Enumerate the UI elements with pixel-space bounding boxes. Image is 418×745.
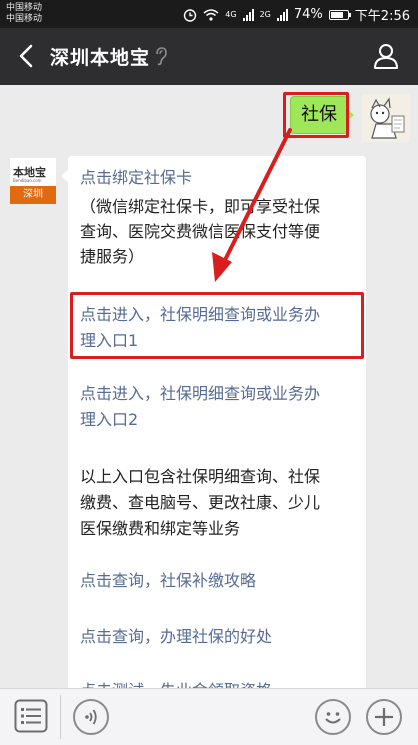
input-toolbar — [0, 688, 418, 745]
user-avatar[interactable] — [362, 94, 410, 142]
incoming-message-bubble: 点击绑定社保卡 （微信绑定社保卡，即可享受社保 查询、医院交费微信医保支付等便 … — [61, 156, 366, 700]
menu-list-icon[interactable] — [14, 699, 48, 733]
voice-icon — [85, 709, 97, 725]
battery-percent: 74% — [293, 7, 323, 22]
network-2-label: 2G — [259, 10, 271, 19]
status-icons: 4G 2G 74% 下午2:56 — [183, 5, 410, 24]
more-button[interactable] — [366, 699, 402, 735]
signal-2-icon — [276, 8, 288, 21]
emoji-button[interactable] — [315, 699, 351, 735]
message-text-line: 缴费、查电脑号、更改社康、少儿 — [80, 493, 321, 512]
logo-city-text: 深圳 — [10, 186, 56, 204]
alarm-icon — [184, 8, 197, 22]
voice-button[interactable] — [73, 699, 109, 735]
logo-url-text: Bendibao.com — [13, 178, 42, 183]
carrier-info: 中国移动 中国移动 — [6, 3, 42, 25]
chat-title: 深圳本地宝 — [50, 47, 151, 69]
message-text-line: 查询、医院交费微信医保支付等便 — [80, 222, 321, 241]
toolbar-divider — [60, 695, 61, 739]
message-text-line: 以上入口包含社保明细查询、社保 — [80, 467, 321, 486]
title-bar: 深圳本地宝 — [0, 28, 418, 85]
cartoon-avatar-image — [362, 94, 410, 142]
back-arrow-icon[interactable] — [12, 41, 42, 71]
official-account-avatar[interactable]: 本地宝 Bendibao.com 深圳 — [10, 158, 56, 204]
highlight-frame-entry-1 — [70, 292, 364, 359]
link-bind-card[interactable]: 点击绑定社保卡 — [80, 165, 358, 190]
battery-level — [330, 11, 343, 18]
earpiece-icon — [156, 47, 167, 66]
battery-icon — [328, 9, 351, 20]
link-entry-2-line-2[interactable]: 理入口2 — [80, 407, 358, 432]
status-bar: 中国移动 中国移动 4G 2G 74% 下午2:56 — [0, 0, 418, 28]
carrier-1: 中国移动 — [6, 3, 43, 13]
link-benefits[interactable]: 点击查询，办理社保的好处 — [80, 624, 358, 649]
network-1-label: 4G — [225, 10, 237, 19]
highlight-frame-outgoing — [283, 92, 349, 138]
link-backpay-guide[interactable]: 点击查询，社保补缴攻略 — [80, 568, 358, 593]
signal-1-icon — [242, 8, 254, 21]
message-text-line: 捷服务） — [80, 247, 145, 266]
message-text-line: （微信绑定社保卡，即可享受社保 — [80, 197, 321, 216]
wifi-icon — [203, 8, 219, 21]
emoji-icon — [325, 712, 341, 724]
plus-icon — [375, 708, 393, 726]
link-entry-2-line-1[interactable]: 点击进入，社保明细查询或业务办 — [80, 381, 358, 406]
clock: 下午2:56 — [354, 9, 410, 24]
carrier-2: 中国移动 — [6, 14, 43, 24]
message-text-line: 医保缴费和绑定等业务 — [80, 519, 241, 538]
person-icon[interactable] — [372, 42, 400, 70]
